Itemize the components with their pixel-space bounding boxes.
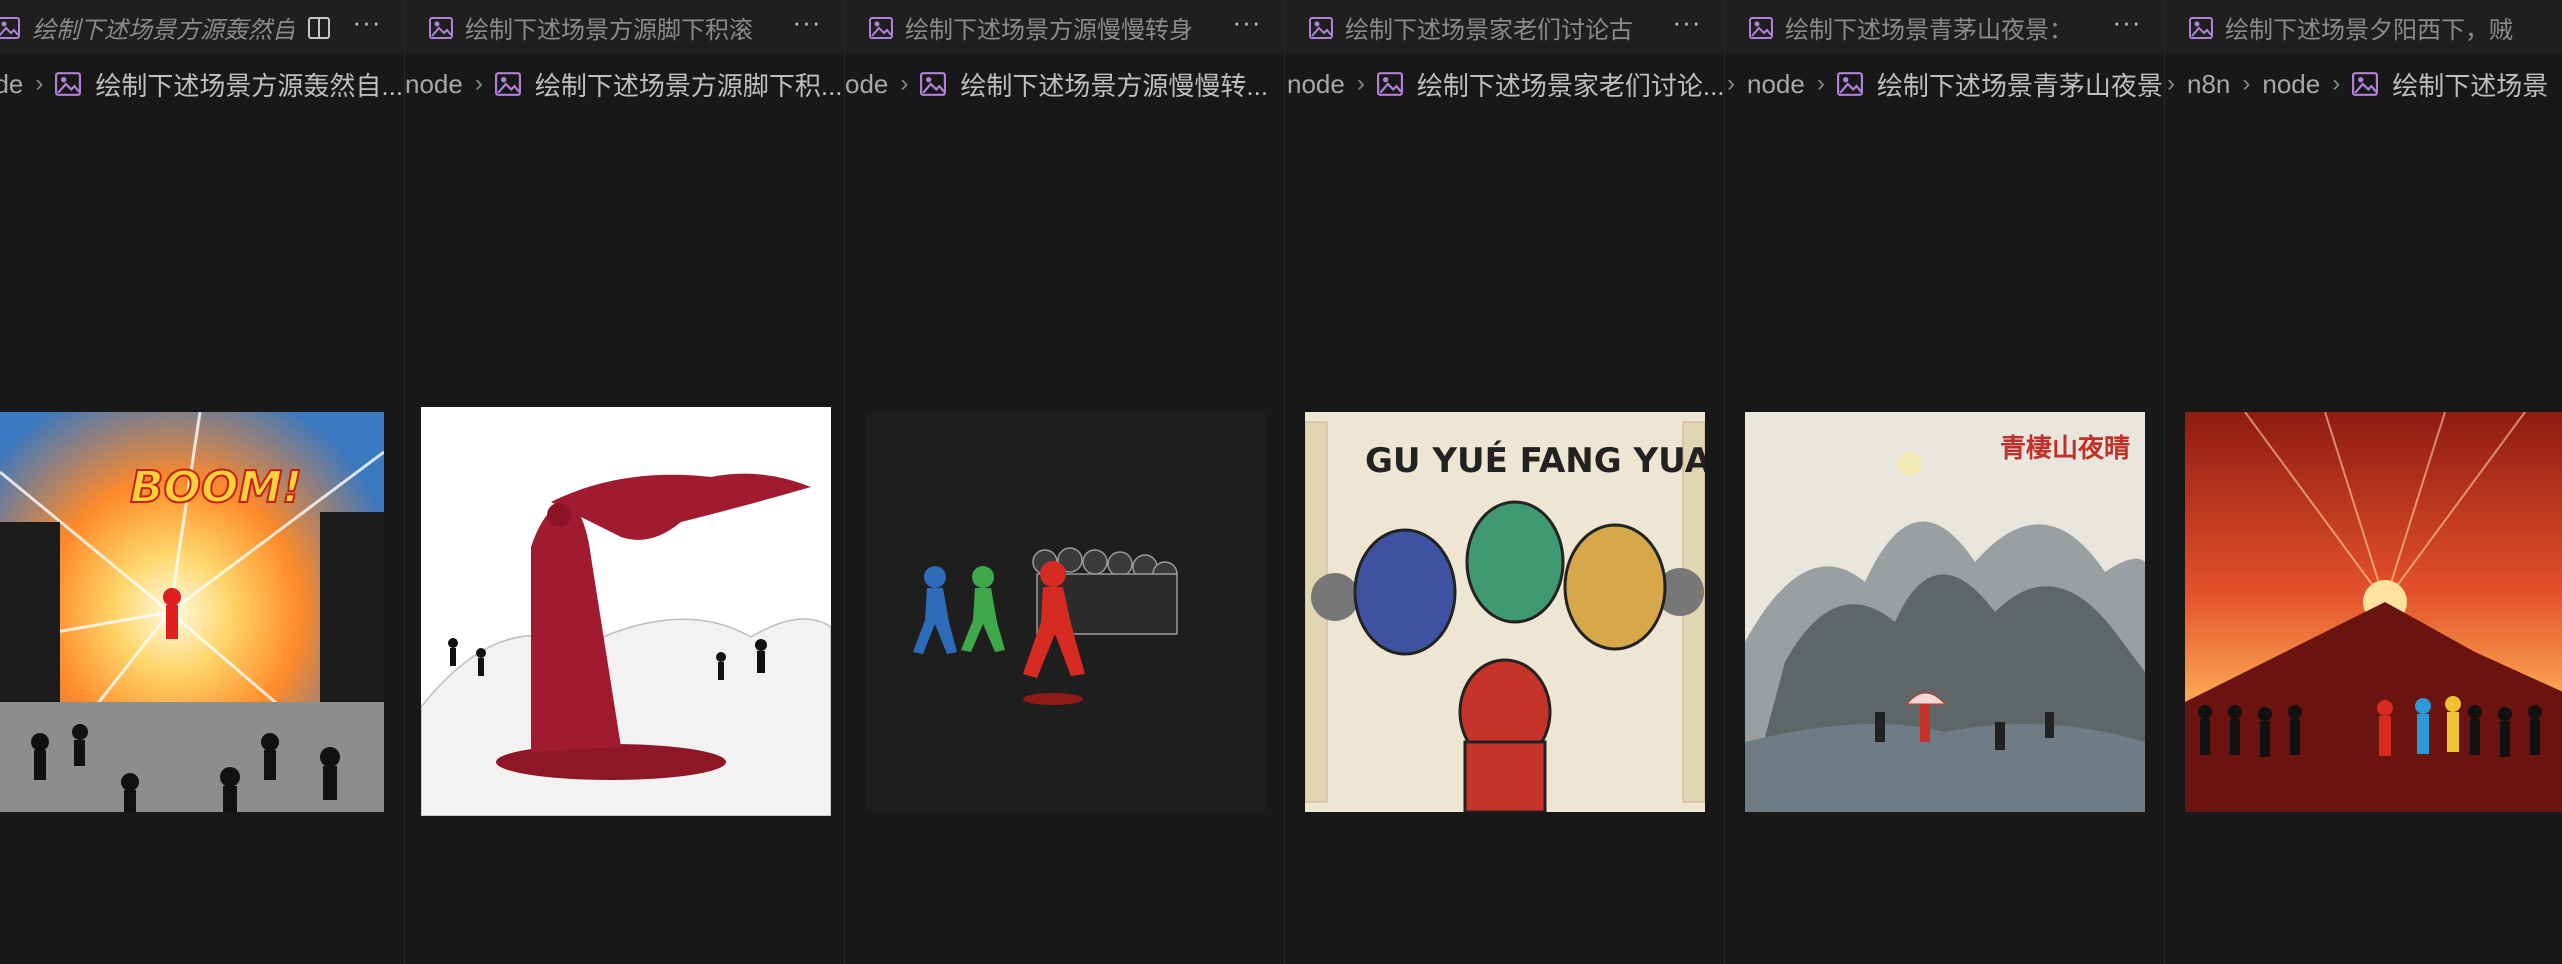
editor-pane-5: 绘制下述场景青茅山夜景： ··· › node › 绘制下述场景青茅山夜景 青棲… — [1724, 0, 2164, 964]
chevron-right-icon: › — [900, 70, 909, 97]
breadcrumb-folder[interactable]: node — [1287, 69, 1345, 100]
editor-tab[interactable]: 绘制下述场景方源轰然自 — [0, 0, 294, 55]
breadcrumb: › node › 绘制下述场景青茅山夜景 — [1725, 62, 2163, 106]
chevron-right-icon: › — [1356, 70, 1365, 97]
breadcrumb: node › 绘制下述场景家老们讨论... — [1287, 62, 1724, 106]
breadcrumb-file[interactable]: 绘制下述场景青茅山夜景 — [1877, 66, 2163, 103]
tab-title: 绘制下述场景方源脚下积滚 — [465, 17, 753, 44]
chevron-right-icon: › — [474, 70, 483, 97]
editor-tab[interactable]: 绘制下述场景青茅山夜景： — [1725, 0, 2102, 55]
breadcrumb-file[interactable]: 绘制下述场景方源慢慢转... — [960, 66, 1268, 103]
tab-title: 绘制下述场景青茅山夜景： — [1785, 17, 2073, 44]
chevron-right-icon: › — [2167, 70, 2175, 97]
more-actions-icon[interactable]: ··· — [352, 9, 382, 43]
image-preview — [2185, 412, 2562, 812]
tab-bar: 绘制下述场景夕阳西下，贼 — [2165, 0, 2562, 55]
editor-tab[interactable]: 绘制下述场景夕阳西下，贼 — [2165, 0, 2562, 55]
image-file-icon — [1376, 72, 1403, 96]
more-actions-icon[interactable]: ··· — [2112, 9, 2142, 43]
breadcrumb-folder[interactable]: ode — [845, 69, 888, 100]
tab-bar: 绘制下述场景方源轰然自 ··· — [0, 0, 404, 55]
image-file-icon — [869, 16, 893, 39]
image-file-icon — [920, 72, 947, 96]
breadcrumb-file[interactable]: 绘制下述场景家老们讨论... — [1417, 66, 1724, 103]
breadcrumb: ode › 绘制下述场景方源轰然自... — [0, 62, 403, 106]
breadcrumb-folder[interactable]: node — [2262, 69, 2320, 100]
editor-pane-1: 绘制下述场景方源轰然自 ··· ode › 绘制下述场景方源轰然自... — [0, 0, 404, 964]
image-file-icon — [0, 16, 20, 39]
art-caption: GU YUÉ FANG YUAN — [1365, 440, 1705, 481]
editor-tab[interactable]: 绘制下述场景方源脚下积滚 — [405, 0, 782, 55]
tab-title: 绘制下述场景家老们讨论古 — [1345, 17, 1633, 44]
breadcrumb: node › 绘制下述场景方源脚下积... — [405, 62, 843, 106]
chevron-right-icon: › — [2332, 70, 2341, 97]
editor-pane-2: 绘制下述场景方源脚下积滚 ··· node › 绘制下述场景方源脚下积... — [404, 0, 844, 964]
image-preview — [865, 412, 1265, 812]
breadcrumb-file[interactable]: 绘制下述场景方源轰然自... — [95, 66, 403, 103]
editor-pane-6: 绘制下述场景夕阳西下，贼 › n8n › node › 绘制下述场景 — [2164, 0, 2562, 964]
tab-bar: 绘制下述场景青茅山夜景： ··· — [1725, 0, 2164, 55]
split-editor-icon[interactable] — [304, 13, 334, 43]
tab-actions: ··· — [1662, 0, 1724, 55]
editor-tab[interactable]: 绘制下述场景家老们讨论古 — [1285, 0, 1662, 55]
more-actions-icon[interactable]: ··· — [1672, 9, 1702, 43]
tab-actions: ··· — [2102, 0, 2164, 55]
chevron-right-icon: › — [1727, 70, 1735, 97]
art-caption: BOOM! — [130, 462, 302, 513]
breadcrumb-folder[interactable]: ode — [0, 69, 23, 100]
breadcrumb: › n8n › node › 绘制下述场景 — [2165, 62, 2548, 106]
breadcrumb-file[interactable]: 绘制下述场景 — [2392, 66, 2548, 103]
image-file-icon — [55, 72, 82, 96]
art-caption: 青棲山夜晴 — [2000, 433, 2130, 464]
chevron-right-icon: › — [2242, 70, 2251, 97]
tab-actions: ··· — [294, 0, 404, 55]
tab-title: 绘制下述场景方源轰然自 — [32, 17, 294, 44]
breadcrumb-file[interactable]: 绘制下述场景方源脚下积... — [535, 66, 843, 103]
breadcrumb: ode › 绘制下述场景方源慢慢转... — [845, 62, 1268, 106]
tab-actions: ··· — [1222, 0, 1284, 55]
tab-title: 绘制下述场景方源慢慢转身 — [905, 17, 1193, 44]
image-file-icon — [494, 72, 521, 96]
editor-tab[interactable]: 绘制下述场景方源慢慢转身 — [845, 0, 1222, 55]
image-file-icon — [2189, 16, 2213, 39]
image-file-icon — [1749, 16, 1773, 39]
image-preview — [421, 407, 831, 816]
editor-pane-4: 绘制下述场景家老们讨论古 ··· node › 绘制下述场景家老们讨论... G… — [1284, 0, 1724, 964]
image-file-icon — [2352, 72, 2379, 96]
breadcrumb-folder[interactable]: node — [1747, 69, 1805, 100]
chevron-right-icon: › — [35, 70, 44, 97]
image-file-icon — [429, 16, 453, 39]
more-actions-icon[interactable]: ··· — [1232, 9, 1262, 43]
image-preview: BOOM! — [0, 412, 384, 812]
tab-bar: 绘制下述场景方源脚下积滚 ··· — [405, 0, 844, 55]
image-preview: GU YUÉ FANG YUAN — [1305, 412, 1705, 812]
more-actions-icon[interactable]: ··· — [792, 9, 822, 43]
chevron-right-icon: › — [1816, 70, 1825, 97]
tab-bar: 绘制下述场景方源慢慢转身 ··· — [845, 0, 1284, 55]
tab-title: 绘制下述场景夕阳西下，贼 — [2225, 17, 2513, 44]
image-preview: 青棲山夜晴 — [1745, 412, 2145, 812]
image-file-icon — [1836, 72, 1863, 96]
breadcrumb-folder[interactable]: n8n — [2187, 69, 2230, 100]
breadcrumb-folder[interactable]: node — [405, 69, 463, 100]
image-file-icon — [1309, 16, 1333, 39]
tab-actions: ··· — [782, 0, 844, 55]
tab-bar: 绘制下述场景家老们讨论古 ··· — [1285, 0, 1724, 55]
editor-pane-3: 绘制下述场景方源慢慢转身 ··· ode › 绘制下述场景方源慢慢转... — [844, 0, 1284, 964]
